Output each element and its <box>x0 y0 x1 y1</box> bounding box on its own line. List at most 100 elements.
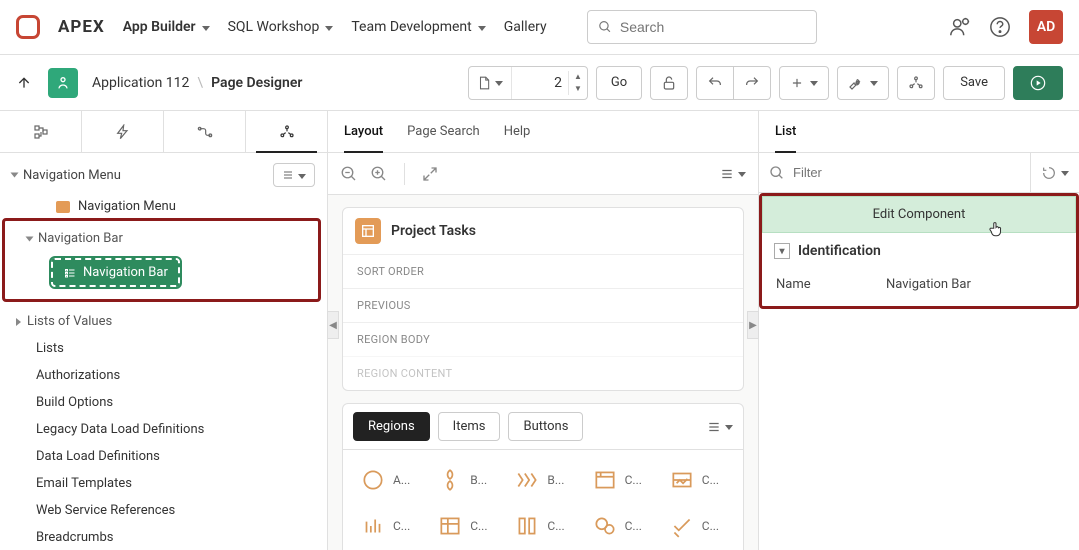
global-search[interactable] <box>587 10 817 44</box>
tree-item[interactable]: Data Load Definitions <box>0 443 327 470</box>
gallery-item-icon <box>591 512 619 540</box>
gallery-item[interactable]: A... <box>353 460 424 500</box>
gallery-item-label: B... <box>470 473 487 487</box>
slot-previous[interactable]: PREVIOUS <box>343 288 743 322</box>
left-tab-shared[interactable] <box>246 111 327 152</box>
gallery-item[interactable]: C... <box>585 506 656 546</box>
tree-group-lov[interactable]: Lists of Values <box>0 308 327 335</box>
nav-app-builder[interactable]: App Builder <box>123 19 210 35</box>
undo-button[interactable] <box>696 66 734 100</box>
property-reset[interactable] <box>1030 153 1069 192</box>
page-number-value[interactable]: 2 <box>512 75 568 91</box>
page-up-button[interactable]: ▲ <box>569 71 587 83</box>
expand-icon[interactable] <box>421 165 439 183</box>
tree-group-nav-bar[interactable]: Navigation Bar <box>11 225 312 252</box>
gallery-tab-regions[interactable]: Regions <box>353 412 430 441</box>
nav-sql-workshop[interactable]: SQL Workshop <box>228 19 334 35</box>
nav-gallery[interactable]: Gallery <box>504 19 547 35</box>
go-button[interactable]: Go <box>596 66 642 100</box>
admin-icon[interactable] <box>949 16 971 38</box>
left-tab-dynamic[interactable] <box>82 111 164 152</box>
region-header: Project Tasks <box>343 208 743 254</box>
layout-region-card[interactable]: Project Tasks SORT ORDER PREVIOUS REGION… <box>342 207 744 391</box>
property-value[interactable]: Navigation Bar <box>886 277 971 292</box>
gallery-item-icon <box>668 466 696 494</box>
zoom-out-icon[interactable] <box>340 165 358 183</box>
gallery-tab-items[interactable]: Items <box>438 412 501 441</box>
app-icon[interactable] <box>48 68 78 98</box>
redo-icon <box>744 75 760 91</box>
zoom-in-icon[interactable] <box>370 165 388 183</box>
page-file-icon[interactable] <box>469 67 512 99</box>
tree-item[interactable]: Email Templates <box>0 470 327 497</box>
gallery-item[interactable]: C... <box>585 460 656 500</box>
gallery-item-label: C... <box>625 519 642 533</box>
page-down-button[interactable]: ▼ <box>569 83 587 95</box>
tree-group-nav-menu[interactable]: Navigation Menu <box>0 157 327 193</box>
list-icon <box>63 267 77 279</box>
slot-sort-order[interactable]: SORT ORDER <box>343 254 743 288</box>
tree-item[interactable]: Web Service References <box>0 497 327 524</box>
wrench-icon <box>848 75 864 91</box>
tree-expand-menu[interactable] <box>273 163 315 187</box>
user-avatar[interactable]: AD <box>1029 10 1063 44</box>
slot-region-content[interactable]: REGION CONTENT <box>343 356 743 390</box>
section-title: Identification <box>798 243 881 259</box>
gallery-tab-buttons[interactable]: Buttons <box>508 412 583 441</box>
run-button[interactable] <box>1013 66 1063 100</box>
gallery-item[interactable]: B... <box>507 460 578 500</box>
tree-item[interactable]: Build Options <box>0 389 327 416</box>
tree-item[interactable]: Authorizations <box>0 362 327 389</box>
up-arrow-icon[interactable] <box>16 75 32 91</box>
left-tab-rendering[interactable] <box>0 111 82 152</box>
selected-nav-bar-chip[interactable]: Navigation Bar <box>51 258 180 287</box>
section-toggle[interactable]: ▾ <box>774 243 790 259</box>
left-tab-processing[interactable] <box>164 111 246 152</box>
gallery-item-label: C... <box>702 519 719 533</box>
left-panel: Navigation Menu Navigation Menu Navigati… <box>0 111 328 550</box>
mid-tab-page-search[interactable]: Page Search <box>407 111 480 152</box>
tree-item-nav-menu[interactable]: Navigation Menu <box>0 193 327 220</box>
breadcrumb: Application 112 \ Page Designer <box>92 75 302 91</box>
nav-team-development[interactable]: Team Development <box>351 19 485 35</box>
right-tabs: List <box>759 111 1079 153</box>
wrench-button[interactable] <box>837 66 889 100</box>
gallery-item[interactable]: B... <box>430 460 501 500</box>
gallery-view-menu[interactable] <box>707 419 733 434</box>
tree-item[interactable]: Legacy Data Load Definitions <box>0 416 327 443</box>
slot-region-body[interactable]: REGION BODY <box>343 322 743 356</box>
redo-button[interactable] <box>734 66 771 100</box>
shared-components-button[interactable] <box>897 66 935 100</box>
right-tab-list[interactable]: List <box>775 111 796 152</box>
tree-item[interactable]: Breadcrumbs <box>0 524 327 550</box>
region-icon <box>355 218 381 244</box>
property-filter <box>759 153 1079 193</box>
gallery-item-label: C... <box>393 519 410 533</box>
gallery-item[interactable]: C... <box>662 506 733 546</box>
gallery-item[interactable]: C... <box>507 506 578 546</box>
tree-group-label: Navigation Bar <box>38 231 123 246</box>
plus-button[interactable] <box>779 66 829 100</box>
save-button[interactable]: Save <box>943 66 1005 100</box>
layout-view-menu[interactable] <box>720 166 746 181</box>
mid-tab-layout[interactable]: Layout <box>344 111 383 152</box>
breadcrumb-app[interactable]: Application 112 <box>92 75 189 91</box>
lock-button[interactable] <box>650 66 688 100</box>
chevron-down-icon <box>870 75 878 90</box>
tree-item[interactable]: Lists <box>0 335 327 362</box>
gallery-item[interactable]: C... <box>353 506 424 546</box>
region-title: Project Tasks <box>391 223 476 239</box>
gallery-item[interactable]: C... <box>430 506 501 546</box>
help-icon[interactable] <box>989 16 1011 38</box>
section-identification[interactable]: ▾ Identification <box>762 233 1076 269</box>
tree-item-nav-bar[interactable]: Navigation Bar <box>11 252 312 293</box>
page-number-control[interactable]: 2 ▲ ▼ <box>468 66 588 100</box>
mid-tab-help[interactable]: Help <box>504 111 531 152</box>
edit-component-button[interactable]: Edit Component <box>762 196 1076 233</box>
highlight-box-right: Edit Component ▾ Identification Name Nav… <box>759 193 1079 309</box>
property-filter-input[interactable] <box>793 165 1030 180</box>
search-input[interactable] <box>620 19 806 35</box>
collapse-left-button[interactable]: ◀ <box>327 311 339 339</box>
gallery-item[interactable]: C... <box>662 460 733 500</box>
collapse-right-button[interactable]: ▶ <box>747 311 759 339</box>
